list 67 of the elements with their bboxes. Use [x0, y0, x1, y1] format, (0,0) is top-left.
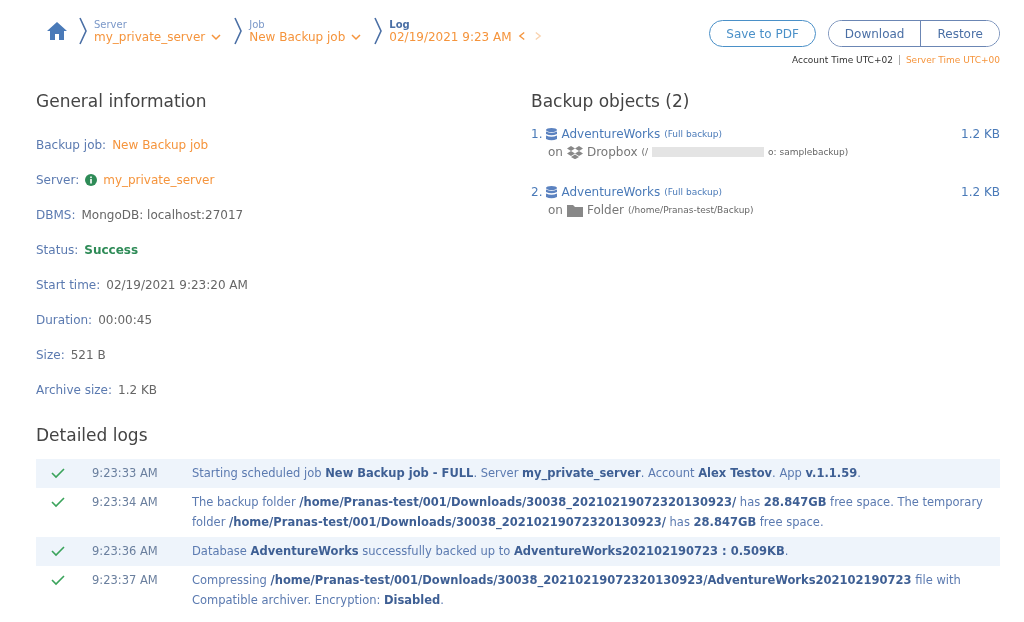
breadcrumb-value[interactable]: 02/19/2021 9:23 AM [389, 29, 512, 44]
caret-icon[interactable] [211, 32, 222, 41]
field-value: 00:00:45 [98, 312, 153, 327]
field-value: MongoDB: localhost:27017 [81, 207, 244, 222]
field-label: Size: [36, 347, 65, 362]
breadcrumb-label: Job [249, 18, 266, 30]
account-time: Account Time UTC+02 [791, 55, 893, 65]
field-label: Status: [36, 242, 79, 257]
field-link[interactable]: New Backup job [112, 137, 209, 152]
object-link[interactable]: AdventureWorks [561, 185, 661, 199]
breadcrumb-label: Server [94, 18, 128, 30]
storage-path: (/home/Pranas-test/Backup) [628, 205, 754, 215]
field-label: Start time: [36, 277, 101, 292]
home-icon[interactable] [46, 20, 68, 42]
log-message: Starting scheduled job New Backup job - FULL. Server my_private_server. Account Alex Testov. App v.1.1.59. [192, 465, 862, 483]
object-size: 1.2 KB [961, 185, 1000, 199]
field-value: 521 B [70, 347, 106, 362]
field-label: Backup job: [36, 137, 107, 152]
info-icon [85, 173, 98, 186]
field-value: 02/19/2021 9:23:20 AM [106, 277, 248, 292]
item-number: 1. [531, 127, 543, 141]
storage-name: Folder [586, 203, 625, 217]
field-link[interactable]: my_private_server [103, 172, 215, 187]
field-label: DBMS: [36, 207, 76, 222]
log-message: Database AdventureWorks successfully backed up to AdventureWorks202102190723 : 0.509KB. [192, 543, 790, 560]
save-to-pdf-button[interactable]: Save to PDF [709, 20, 816, 47]
field-label: Duration: [36, 312, 93, 327]
field-value: Success [84, 242, 139, 257]
storage-path: o: samplebackup) [768, 147, 849, 157]
dropbox-icon [566, 145, 583, 159]
check-icon [51, 467, 65, 479]
database-icon [546, 127, 558, 141]
section-title: Detailed logs [36, 425, 149, 445]
item-number: 2. [531, 185, 543, 199]
database-icon [546, 185, 558, 199]
chevron-separator-icon [78, 16, 88, 46]
field-label: Archive size: [36, 382, 113, 397]
action-button[interactable]: Restore [920, 21, 999, 46]
folder-icon [566, 203, 583, 217]
caret-icon[interactable] [351, 32, 362, 41]
breadcrumb-value[interactable]: my_private_server [94, 29, 206, 44]
backup-type: (Full backup) [664, 187, 722, 197]
log-message: Compressing /home/Pranas-test/001/Downloads/30038_20210219072320130923/AdventureWorks202102190723 file with Compatible archiver. Encryption: Disabled. [192, 572, 962, 609]
log-time: 9:23:34 AM [92, 494, 159, 511]
on-label: on [548, 203, 563, 217]
storage-path: (/ [641, 147, 649, 157]
log-time: 9:23:36 AM [92, 543, 159, 560]
chevron-separator-icon [373, 16, 384, 46]
log-time: 9:23:37 AM [92, 572, 159, 589]
storage-name: Dropbox [586, 145, 638, 159]
chevron-separator-icon [233, 16, 244, 46]
server-time: Server Time UTC+00 [898, 55, 1000, 65]
breadcrumb-value[interactable]: New Backup job [249, 29, 346, 44]
log-time: 9:23:33 AM [92, 465, 159, 482]
field-label: Server: [36, 172, 80, 187]
field-value: 1.2 KB [118, 382, 158, 397]
check-icon [51, 496, 65, 508]
object-size: 1.2 KB [961, 127, 1000, 141]
section-title: General information [36, 91, 208, 111]
check-icon [51, 574, 65, 586]
log-message: The backup folder /home/Pranas-test/001/Downloads/30038_20210219072320130923/ has 28.847GB free space. The temporary folder /home/Pranas-test/001/Downloads/30038_20210219072320130923/ has 28.847GB free space. [192, 494, 984, 532]
check-icon [51, 545, 65, 557]
object-link[interactable]: AdventureWorks [561, 127, 661, 141]
on-label: on [548, 145, 563, 159]
backup-type: (Full backup) [664, 129, 722, 139]
section-title: Backup objects (2) [531, 91, 691, 111]
breadcrumb-label: Log [389, 18, 411, 30]
